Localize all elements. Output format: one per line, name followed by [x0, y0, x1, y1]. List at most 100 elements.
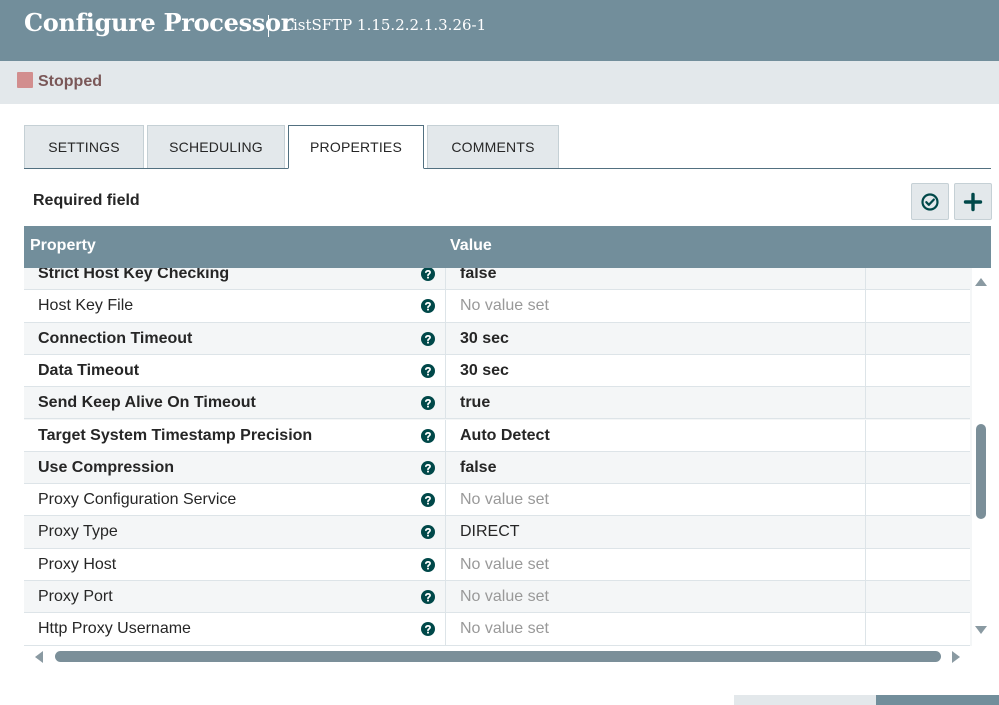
property-name: Send Keep Alive On Timeout	[38, 394, 256, 412]
help-icon[interactable]	[421, 460, 435, 475]
status-bar: Stopped	[0, 61, 999, 104]
cancel-button[interactable]	[734, 695, 876, 705]
property-value: No value set	[460, 620, 549, 638]
question-circle-icon	[421, 428, 435, 443]
tab-bar: SETTINGS SCHEDULING PROPERTIES COMMENTS	[24, 125, 991, 169]
value-cell[interactable]: No value set	[445, 581, 866, 613]
question-circle-icon	[421, 493, 435, 508]
help-icon[interactable]	[421, 299, 435, 314]
question-circle-icon	[421, 622, 435, 637]
scroll-down-icon[interactable]	[975, 626, 987, 634]
table-row[interactable]: Host Key File No value set	[24, 290, 970, 323]
property-name: Use Compression	[38, 458, 175, 476]
table-row[interactable]: Proxy Configuration Service No value set	[24, 484, 970, 517]
scroll-right-icon[interactable]	[952, 651, 960, 663]
tab-scheduling[interactable]: SCHEDULING	[147, 125, 285, 168]
table-row[interactable]: Proxy Host No value set	[24, 548, 970, 581]
column-header-value[interactable]: Value	[450, 237, 492, 255]
property-name: Proxy Type	[38, 523, 118, 541]
help-icon[interactable]	[421, 331, 435, 346]
value-cell[interactable]: Auto Detect	[445, 419, 866, 452]
property-name: Host Key File	[38, 297, 134, 315]
table-row[interactable]: Target System Timestamp Precision Auto De…	[24, 419, 970, 452]
verify-button[interactable]	[911, 183, 949, 220]
help-icon[interactable]	[421, 268, 435, 281]
scroll-left-icon[interactable]	[35, 651, 43, 663]
horizontal-scroll-thumb[interactable]	[55, 651, 941, 662]
apply-button[interactable]	[876, 695, 999, 705]
check-circle-icon	[921, 192, 939, 211]
tab-settings[interactable]: SETTINGS	[24, 125, 144, 168]
value-cell[interactable]: true	[445, 387, 866, 420]
property-value: false	[460, 268, 497, 282]
vertical-scroll-thumb[interactable]	[976, 424, 986, 519]
property-name: Proxy Configuration Service	[38, 491, 237, 509]
table-body: Strict Host Key Checking false Host Key F…	[24, 268, 970, 646]
property-value: No value set	[460, 491, 549, 509]
value-cell[interactable]: No value set	[445, 613, 866, 646]
value-cell[interactable]: No value set	[445, 484, 866, 517]
table-row[interactable]: Strict Host Key Checking false	[24, 268, 970, 291]
value-cell[interactable]: false	[445, 451, 866, 484]
help-icon[interactable]	[421, 525, 435, 540]
property-value: No value set	[460, 297, 549, 315]
property-value: false	[460, 458, 497, 476]
table-row[interactable]: Connection Timeout 30 sec	[24, 322, 970, 355]
value-cell[interactable]: No value set	[445, 290, 866, 323]
horizontal-scrollbar[interactable]	[24, 646, 991, 667]
question-circle-icon	[421, 590, 435, 604]
properties-table: Property Value Strict Host Key Checking f…	[24, 226, 991, 667]
property-value: 30 sec	[460, 361, 509, 379]
value-cell[interactable]: 30 sec	[445, 322, 866, 355]
table-header: Property Value	[24, 226, 991, 268]
question-circle-icon	[421, 460, 435, 475]
question-circle-icon	[421, 396, 435, 411]
table-row[interactable]: Proxy Port No value set	[24, 581, 970, 614]
property-value: No value set	[460, 588, 549, 605]
property-name: Http Proxy Username	[38, 620, 191, 638]
table-row[interactable]: Data Timeout 30 sec	[24, 354, 970, 388]
help-icon[interactable]	[421, 557, 435, 572]
scroll-up-icon[interactable]	[975, 278, 987, 286]
property-value: DIRECT	[460, 523, 520, 541]
question-circle-icon	[421, 557, 435, 572]
property-name: Target System Timestamp Precision	[38, 426, 313, 444]
help-icon[interactable]	[421, 590, 435, 604]
tab-comments[interactable]: COMMENTS	[427, 125, 559, 168]
help-icon[interactable]	[421, 428, 435, 443]
property-value: Auto Detect	[460, 426, 550, 444]
help-icon[interactable]	[421, 493, 435, 508]
column-header-property[interactable]: Property	[30, 237, 96, 255]
status-label: Stopped	[38, 73, 102, 90]
property-value: true	[460, 394, 491, 412]
title-separator	[268, 15, 269, 37]
required-field-legend: Required field	[33, 192, 140, 209]
table-row[interactable]: Proxy Type DIRECT	[24, 516, 970, 549]
property-value: 30 sec	[460, 329, 509, 347]
value-cell[interactable]: DIRECT	[445, 516, 866, 549]
tab-properties[interactable]: PROPERTIES	[288, 125, 424, 169]
property-name: Proxy Port	[38, 588, 113, 605]
table-row[interactable]: Send Keep Alive On Timeout true	[24, 387, 970, 420]
stopped-icon	[17, 72, 33, 88]
vertical-scrollbar[interactable]	[972, 268, 991, 646]
help-icon[interactable]	[421, 396, 435, 411]
value-cell[interactable]: No value set	[445, 548, 866, 581]
question-circle-icon	[421, 363, 435, 378]
dialog-header: Configure Processor ListSFTP 1.15.2.2.1.…	[0, 0, 999, 61]
value-cell[interactable]: false	[445, 268, 866, 290]
dialog-title: Configure Processor	[24, 8, 294, 37]
property-value: No value set	[460, 555, 549, 573]
table-row[interactable]: Use Compression false	[24, 451, 970, 485]
table-row[interactable]: Http Proxy Username No value set	[24, 613, 970, 646]
plus-icon	[963, 192, 983, 211]
question-circle-icon	[421, 525, 435, 540]
value-cell[interactable]: 30 sec	[445, 354, 866, 387]
question-circle-icon	[421, 299, 435, 314]
property-name: Proxy Host	[38, 555, 117, 573]
property-name: Strict Host Key Checking	[38, 268, 230, 282]
property-name: Connection Timeout	[38, 329, 193, 347]
help-icon[interactable]	[421, 622, 435, 637]
help-icon[interactable]	[421, 363, 435, 378]
add-property-button[interactable]	[954, 183, 992, 220]
